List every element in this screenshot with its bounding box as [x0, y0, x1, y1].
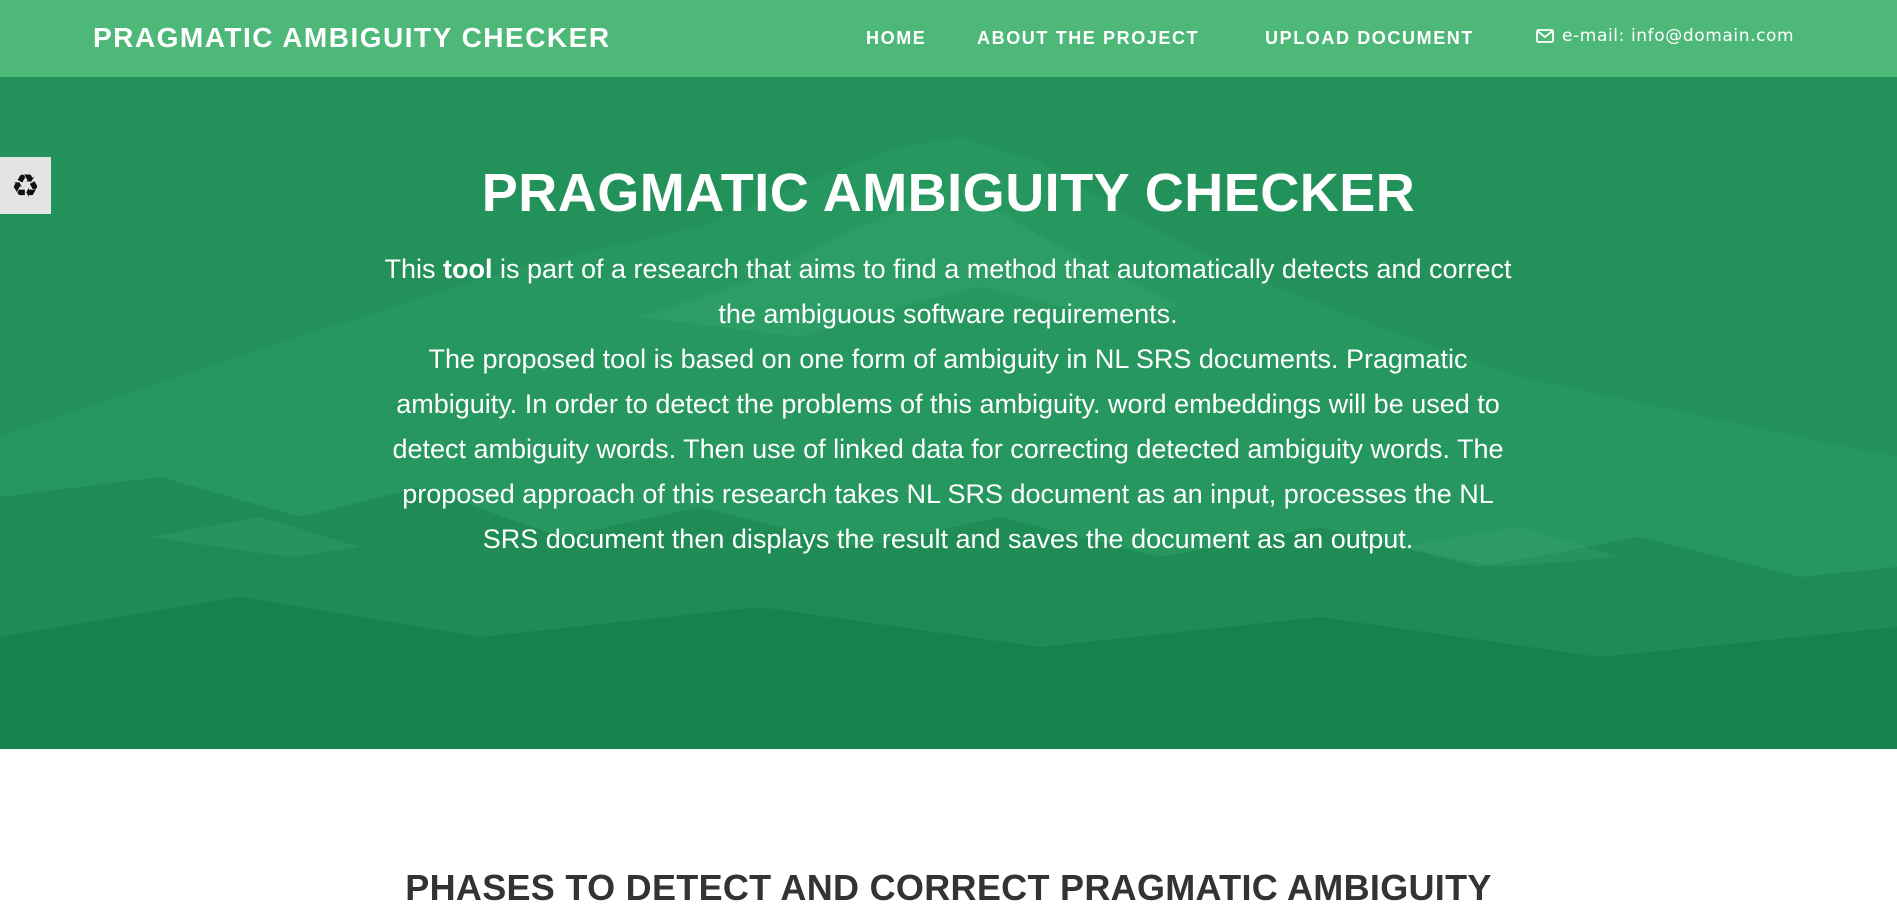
hero-intro-bold-word: tool [443, 254, 493, 284]
nav-home-link[interactable]: HOME [866, 28, 926, 49]
hero-body-paragraph: The proposed tool is based on one form o… [392, 344, 1504, 554]
nav-email-link[interactable]: e-mail: info@domain.com [1536, 26, 1794, 46]
hero-intro-paragraph: This tool is part of a research that aim… [383, 247, 1513, 337]
hero-intro-prefix: This [384, 254, 443, 284]
nav-upload-document-link[interactable]: UPLOAD DOCUMENT [1265, 28, 1474, 49]
side-widget-button[interactable]: ♻ [0, 157, 51, 214]
phases-section-title: PHASES TO DETECT AND CORRECT PRAGMATIC A… [405, 867, 1492, 908]
page: PRAGMATIC AMBIGUITY CHECKER HOME ABOUT T… [0, 0, 1897, 911]
hero-title: PRAGMATIC AMBIGUITY CHECKER [481, 163, 1416, 223]
nav-about-project-link[interactable]: ABOUT THE PROJECT [977, 28, 1199, 49]
brand-logo-link[interactable]: PRAGMATIC AMBIGUITY CHECKER [93, 22, 611, 54]
top-navbar: PRAGMATIC AMBIGUITY CHECKER HOME ABOUT T… [0, 0, 1897, 77]
recycle-icon: ♻ [11, 166, 40, 205]
hero-intro-suffix: is part of a research that aims to find … [492, 254, 1512, 329]
hero-section: PRAGMATIC AMBIGUITY CHECKER This tool is… [0, 77, 1897, 749]
hero-description: This tool is part of a research that aim… [383, 247, 1513, 562]
email-label: e-mail: info@domain.com [1562, 26, 1795, 46]
envelope-icon [1536, 29, 1554, 43]
